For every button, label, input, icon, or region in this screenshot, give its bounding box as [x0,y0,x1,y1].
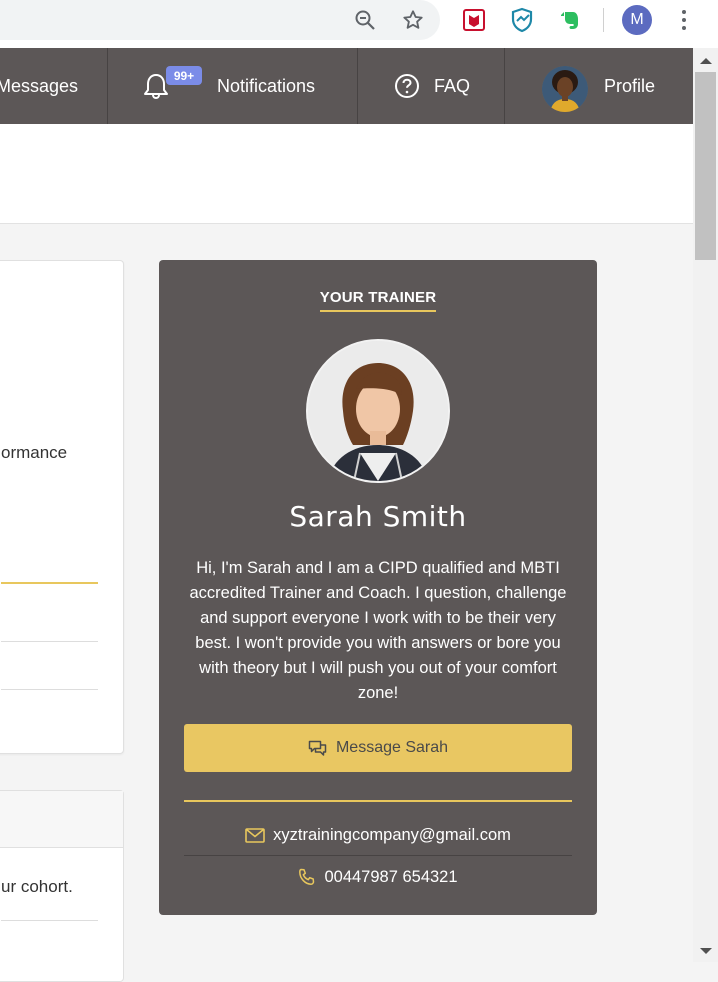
trainer-heading: YOUR TRAINER [159,289,597,312]
nav-divider [504,48,505,124]
nav-faq[interactable]: FAQ [394,48,470,124]
zoom-out-icon[interactable] [351,6,379,34]
cohort-text-fragment: ur cohort. [1,877,73,896]
toolbar-separator [603,8,604,32]
profile-avatar[interactable] [542,66,588,112]
nav-messages[interactable]: Messages [0,48,78,124]
list-divider [1,641,98,642]
trainer-heading-text: YOUR TRAINER [319,289,437,312]
nav-notifications[interactable]: Notifications [143,48,315,124]
trainer-phone[interactable]: 00447987 654321 [324,868,457,887]
scroll-down-arrow[interactable] [700,948,712,954]
chat-icon [308,740,327,757]
accent-divider [1,582,98,584]
nav-divider [107,48,108,124]
browser-toolbar: M [0,0,718,49]
phone-icon [298,868,316,886]
message-trainer-button[interactable]: Message Sarah [184,724,572,772]
scroll-up-arrow[interactable] [700,58,712,64]
page-scrollbar[interactable] [693,48,718,962]
accent-divider [184,800,572,802]
message-trainer-label: Message Sarah [335,739,449,756]
nav-notifications-label: Notifications [217,75,316,96]
cohort-card: ur cohort. [0,790,124,982]
trainer-phone-row[interactable]: 00447987 654321 [184,857,572,897]
nav-profile-label: Profile [604,75,656,96]
envelope-icon [245,827,265,843]
cohort-card-header [0,791,123,848]
page-header-area [0,124,693,224]
card-text-fragment: ormance [1,443,68,462]
browser-menu-icon[interactable] [676,8,692,32]
evernote-icon[interactable] [556,6,584,34]
nav-profile[interactable]: Profile [604,48,655,124]
notifications-badge: 99+ [166,66,202,85]
trainer-email-row[interactable]: xyztrainingcompany@gmail.com [184,815,572,856]
bookmark-star-icon[interactable] [399,6,427,34]
scrollbar-thumb[interactable] [695,72,716,260]
nav-faq-label: FAQ [434,75,471,96]
question-circle-icon [394,73,420,99]
nav-divider [357,48,358,124]
left-content-card: ormance [0,260,124,754]
browser-profile-avatar[interactable]: M [622,5,652,35]
top-nav: Messages Notifications 99+ FAQ Profile [0,48,693,124]
trainer-email[interactable]: xyztrainingcompany@gmail.com [273,826,511,845]
trainer-card: YOUR TRAINER Sarah Smith Hi, I'm Sarah a… [159,260,597,915]
trainer-bio: Hi, I'm Sarah and I am a CIPD qualified … [189,559,567,702]
trainer-name: Sarah Smith [289,500,467,533]
nav-messages-label: Messages [0,75,79,96]
list-divider [1,689,98,690]
shield-extension-icon[interactable] [508,6,536,34]
trainer-photo [306,339,450,483]
mcafee-icon[interactable] [460,6,488,34]
list-divider [1,920,98,921]
